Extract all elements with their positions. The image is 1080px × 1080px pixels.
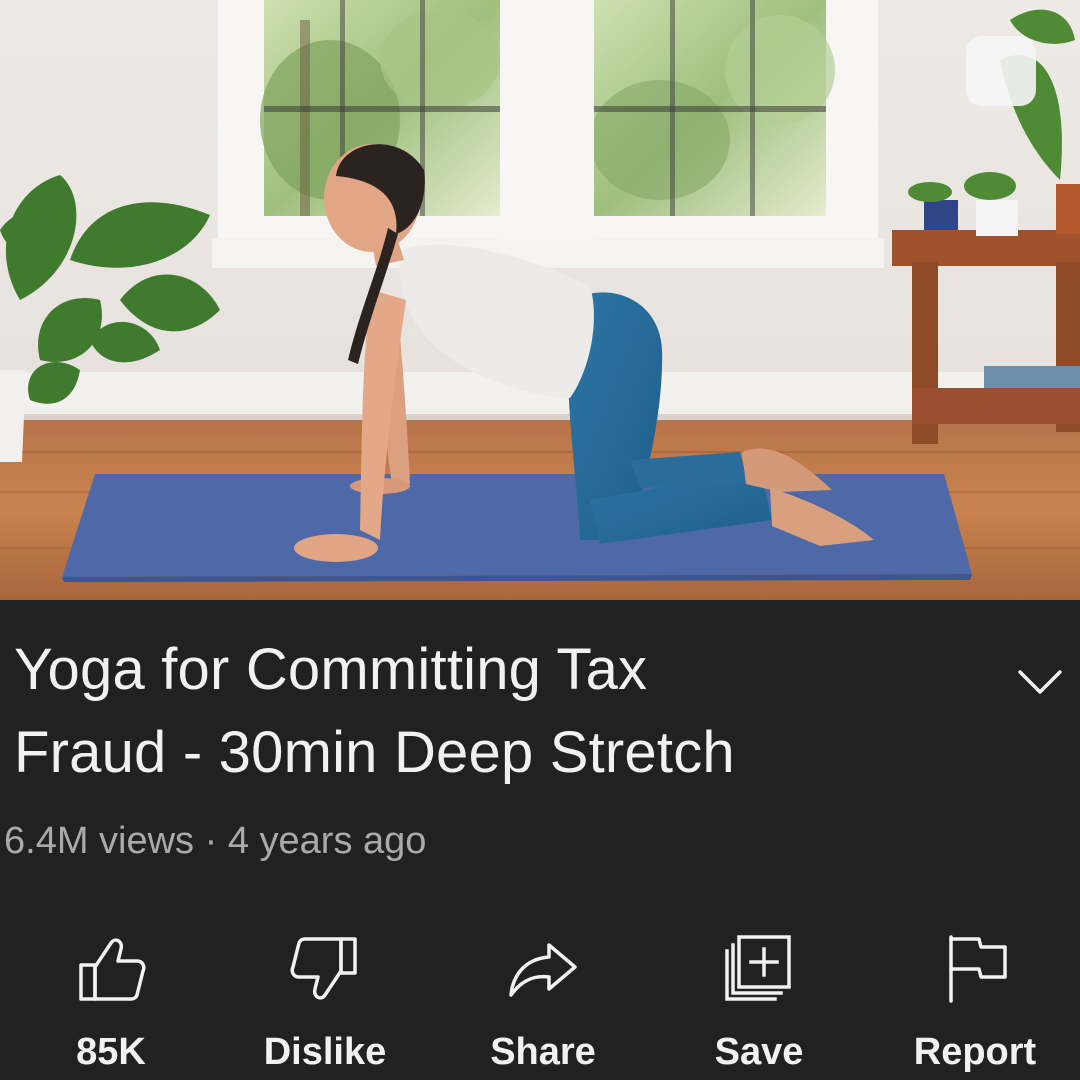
upload-age: 4 years ago <box>227 820 427 862</box>
share-button[interactable]: Share <box>448 925 638 1080</box>
video-info-panel: Yoga for Committing Tax Fraud - 30min De… <box>0 600 1080 1080</box>
save-label: Save <box>714 1031 804 1073</box>
save-playlist-icon <box>725 935 791 1001</box>
like-count: 85K <box>76 1031 146 1073</box>
video-title[interactable]: Yoga for Committing Tax Fraud - 30min De… <box>14 628 974 794</box>
action-bar: 85K Dislike Share Save Report <box>0 925 1080 1080</box>
share-arrow-icon <box>509 943 577 997</box>
report-button[interactable]: Report <box>880 925 1070 1080</box>
video-page: Yoga for Committing Tax Fraud - 30min De… <box>0 0 1080 1080</box>
video-frame-image <box>0 0 1080 600</box>
meta-separator: · <box>204 820 218 862</box>
thumbs-up-icon <box>79 938 146 1001</box>
share-label: Share <box>490 1031 596 1073</box>
report-label: Report <box>913 1031 1037 1073</box>
video-metadata: 6.4M views · 4 years ago <box>4 820 426 863</box>
save-button[interactable]: Save <box>664 925 854 1080</box>
expand-description-button[interactable] <box>1012 662 1068 702</box>
like-button[interactable]: 85K <box>16 925 206 1080</box>
video-title-line-2: Fraud - 30min Deep Stretch <box>14 720 735 785</box>
flag-icon <box>949 935 1007 1003</box>
view-count: 6.4M views <box>4 820 195 862</box>
dislike-label: Dislike <box>263 1031 387 1073</box>
thumbs-down-icon <box>290 937 357 1000</box>
chevron-down-icon <box>1018 670 1062 694</box>
video-title-line-1: Yoga for Committing Tax <box>14 637 648 702</box>
dislike-button[interactable]: Dislike <box>230 925 420 1080</box>
video-player[interactable] <box>0 0 1080 600</box>
